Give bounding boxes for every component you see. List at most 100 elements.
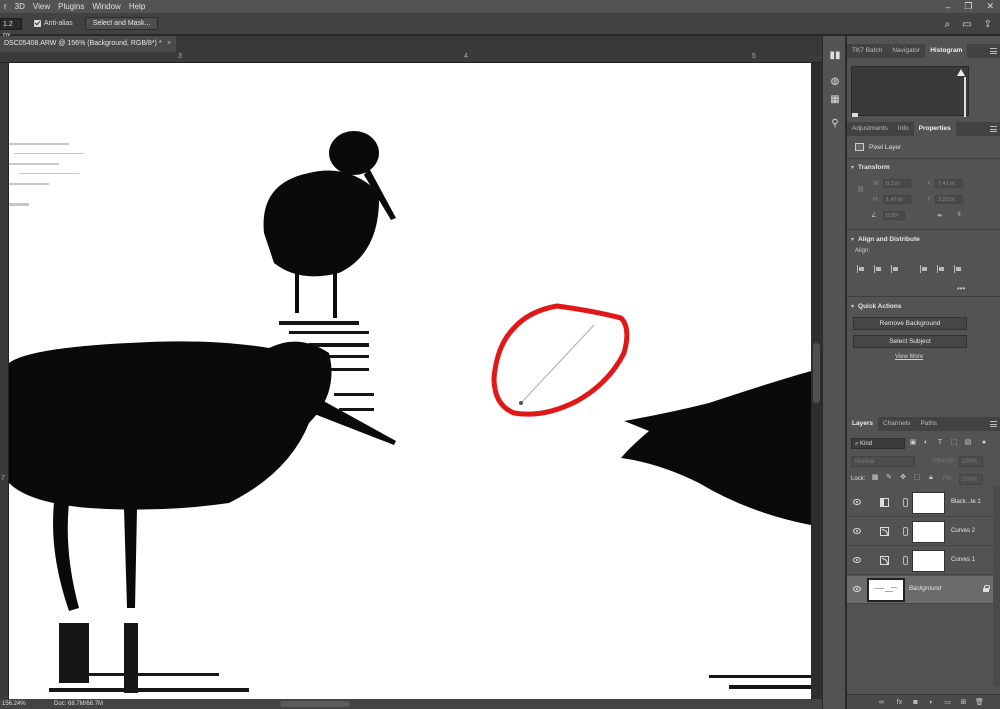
lock-position-icon[interactable]: ✥ <box>899 474 907 482</box>
tool-options-icon[interactable]: ▮▮ <box>829 50 841 62</box>
lock-all-icon[interactable]: 🔒︎ <box>927 474 935 482</box>
chevron-down-icon: ▾ <box>851 304 855 310</box>
align-middle-v-icon[interactable] <box>937 265 945 273</box>
filter-type-icon[interactable]: T <box>936 439 944 447</box>
layer-thumbnail[interactable] <box>867 578 905 602</box>
layer-row-curves-1[interactable]: Curves 1 <box>847 547 993 575</box>
zoom-level[interactable]: 156.24% <box>2 699 26 709</box>
tab-histogram[interactable]: Histogram <box>925 44 968 58</box>
select-subject-button[interactable]: Select Subject <box>853 335 967 348</box>
panel-menu-icon[interactable] <box>990 126 997 132</box>
filter-shape-icon[interactable]: ⬚ <box>950 439 958 447</box>
filter-toggle-icon[interactable]: ● <box>980 439 988 447</box>
filter-pixel-icon[interactable]: ▣ <box>909 439 917 447</box>
restore-icon[interactable]: ❐ <box>964 1 972 12</box>
tab-info[interactable]: Info <box>893 122 914 136</box>
eye-icon[interactable] <box>853 499 861 505</box>
tab-adjustments[interactable]: Adjustments <box>847 122 893 136</box>
quick-actions-header[interactable]: ▾ Quick Actions <box>851 303 901 310</box>
height-field[interactable]: 1.47 in <box>883 195 911 204</box>
remove-background-button[interactable]: Remove Background <box>853 317 967 330</box>
align-center-h-icon[interactable] <box>874 265 882 273</box>
eye-icon[interactable] <box>853 586 861 592</box>
link-icon[interactable]: ⛓ <box>857 186 865 193</box>
grid-icon[interactable]: ▦ <box>829 94 841 106</box>
menu-view[interactable]: View <box>29 0 54 13</box>
align-header[interactable]: ▾ Align and Distribute <box>851 236 920 243</box>
lock-icon[interactable] <box>983 585 990 592</box>
adjustment-layer-icon[interactable]: ◐ <box>927 698 936 707</box>
tab-channels[interactable]: Channels <box>878 417 915 431</box>
layer-mask-thumbnail[interactable] <box>912 521 945 543</box>
layer-row-curves-2[interactable]: Curves 2 <box>847 518 993 546</box>
layer-mask-thumbnail[interactable] <box>912 550 945 572</box>
align-top-icon[interactable] <box>920 265 928 273</box>
tab-navigator[interactable]: Navigator <box>887 44 925 58</box>
share-icon[interactable]: ⇪ <box>984 19 992 30</box>
menu-type[interactable]: r <box>0 0 11 13</box>
delete-layer-icon[interactable]: 🗑︎ <box>975 698 984 707</box>
tab-layers[interactable]: Layers <box>847 417 878 431</box>
tab-paths[interactable]: Paths <box>915 417 942 431</box>
lock-transparent-icon[interactable]: ▩ <box>871 474 879 482</box>
view-more-link[interactable]: View More <box>895 354 923 360</box>
layer-mask-thumbnail[interactable] <box>912 492 945 514</box>
lock-artboard-icon[interactable]: ⬚ <box>913 474 921 482</box>
horizontal-scroll-thumb[interactable] <box>280 701 350 707</box>
feather-input[interactable]: 1.2 px <box>0 17 22 39</box>
angle-field[interactable]: 0.00° <box>883 211 905 220</box>
layer-row-black-white[interactable]: Black...te 1 <box>847 489 993 517</box>
width-field[interactable]: 0.3 in <box>883 179 911 188</box>
blend-mode-select[interactable]: Normal <box>851 456 915 467</box>
workspace-icon[interactable]: ▭ <box>962 19 971 30</box>
menu-3d[interactable]: 3D <box>11 0 29 13</box>
minimize-icon[interactable]: – <box>945 2 950 12</box>
anti-alias-checkbox[interactable]: Anti-alias <box>34 20 73 27</box>
tab-close-icon[interactable]: × <box>167 36 171 52</box>
new-layer-icon[interactable]: ⊞ <box>959 698 968 707</box>
align-bottom-icon[interactable] <box>954 265 962 273</box>
fill-input[interactable]: 100% <box>959 474 983 485</box>
menu-window[interactable]: Window <box>88 0 124 13</box>
doc-size[interactable]: Doc: 68.7M/68.7M <box>54 699 103 709</box>
add-mask-icon[interactable]: ◙ <box>911 698 920 707</box>
y-field[interactable]: 3.23 in <box>935 195 963 204</box>
layer-row-background[interactable]: Background <box>847 576 993 604</box>
eye-icon[interactable] <box>853 528 861 534</box>
tab-tk7-batch[interactable]: TK7 Batch <box>847 44 887 58</box>
panel-menu-icon[interactable] <box>990 48 997 54</box>
close-window-icon[interactable]: ✕ <box>986 1 994 12</box>
opacity-input[interactable]: 100% <box>959 456 983 467</box>
flip-horizontal-icon[interactable]: ⇹ <box>937 212 942 219</box>
link-icon[interactable] <box>903 498 908 507</box>
link-layers-icon[interactable]: ∞ <box>877 698 886 707</box>
x-field[interactable]: 7.41 in <box>935 179 963 188</box>
stamp-icon[interactable]: ⚲ <box>829 118 841 130</box>
flip-vertical-icon[interactable]: ⇳ <box>957 211 962 218</box>
lock-image-icon[interactable]: ✎ <box>885 474 893 482</box>
align-right-icon[interactable] <box>891 265 899 273</box>
link-icon[interactable] <box>903 556 908 565</box>
filter-smart-icon[interactable]: ▤ <box>964 439 972 447</box>
vertical-scrollbar[interactable] <box>811 63 822 699</box>
transform-header[interactable]: ▾ Transform <box>851 164 890 171</box>
eye-icon[interactable] <box>853 557 861 563</box>
panel-menu-icon[interactable] <box>990 421 997 427</box>
layer-style-icon[interactable]: fx <box>895 698 904 707</box>
select-and-mask-button[interactable]: Select and Mask... <box>84 17 159 30</box>
document-tab[interactable]: DSC05408.ARW @ 156% (Background, RGB/8*)… <box>0 36 176 52</box>
scrollbar-thumb[interactable] <box>813 343 820 403</box>
layers-scrollbar[interactable] <box>993 486 1000 686</box>
document-canvas[interactable] <box>9 63 811 699</box>
tab-properties[interactable]: Properties <box>913 122 956 136</box>
align-left-icon[interactable] <box>857 265 865 273</box>
group-icon[interactable]: ▭ <box>943 698 952 707</box>
search-icon[interactable]: ⌕ <box>945 19 951 30</box>
color-icon[interactable]: ◍ <box>829 76 841 88</box>
link-icon[interactable] <box>903 527 908 536</box>
layer-filter-select[interactable]: ⌕ Kind <box>851 438 905 449</box>
menu-help[interactable]: Help <box>125 0 149 13</box>
menu-plugins[interactable]: Plugins <box>54 0 88 13</box>
more-options-icon[interactable]: ••• <box>957 284 965 293</box>
filter-adjustment-icon[interactable]: ◐ <box>922 439 930 447</box>
